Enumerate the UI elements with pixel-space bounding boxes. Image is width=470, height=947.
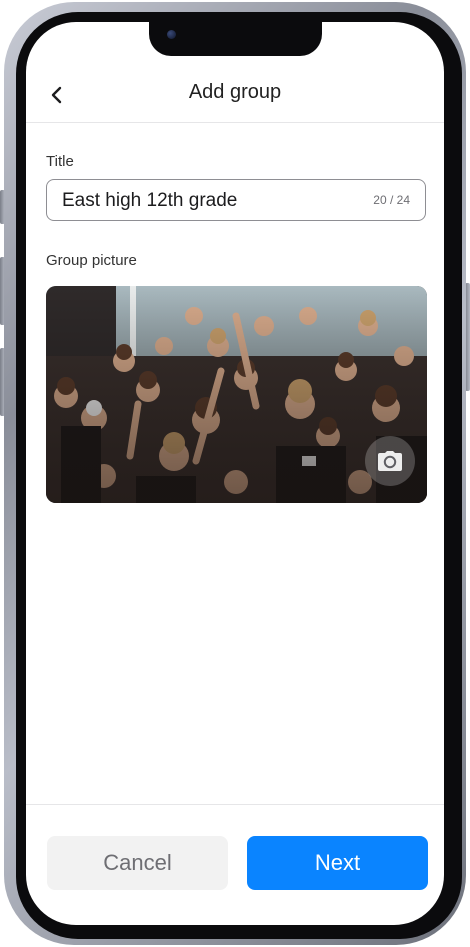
title-input[interactable]: East high 12th grade 20 / 24 (46, 179, 426, 221)
camera-icon (378, 451, 402, 471)
group-picture-label: Group picture (46, 252, 137, 269)
title-label: Title (46, 153, 74, 170)
next-button[interactable]: Next (247, 836, 428, 890)
title-input-value[interactable]: East high 12th grade (62, 190, 237, 212)
app-header: Add group (26, 72, 444, 122)
cancel-button[interactable]: Cancel (47, 836, 228, 890)
device-mockup: Add group Title East high 12th grade 20 … (0, 0, 470, 947)
footer-divider (26, 804, 444, 805)
character-counter: 20 / 24 (373, 193, 410, 207)
app-screen: Add group Title East high 12th grade 20 … (26, 22, 444, 925)
front-camera (167, 30, 176, 39)
notch (149, 22, 322, 56)
header-divider (26, 122, 444, 123)
change-picture-button[interactable] (365, 436, 415, 486)
page-title: Add group (188, 81, 282, 103)
group-picture[interactable] (46, 286, 427, 503)
